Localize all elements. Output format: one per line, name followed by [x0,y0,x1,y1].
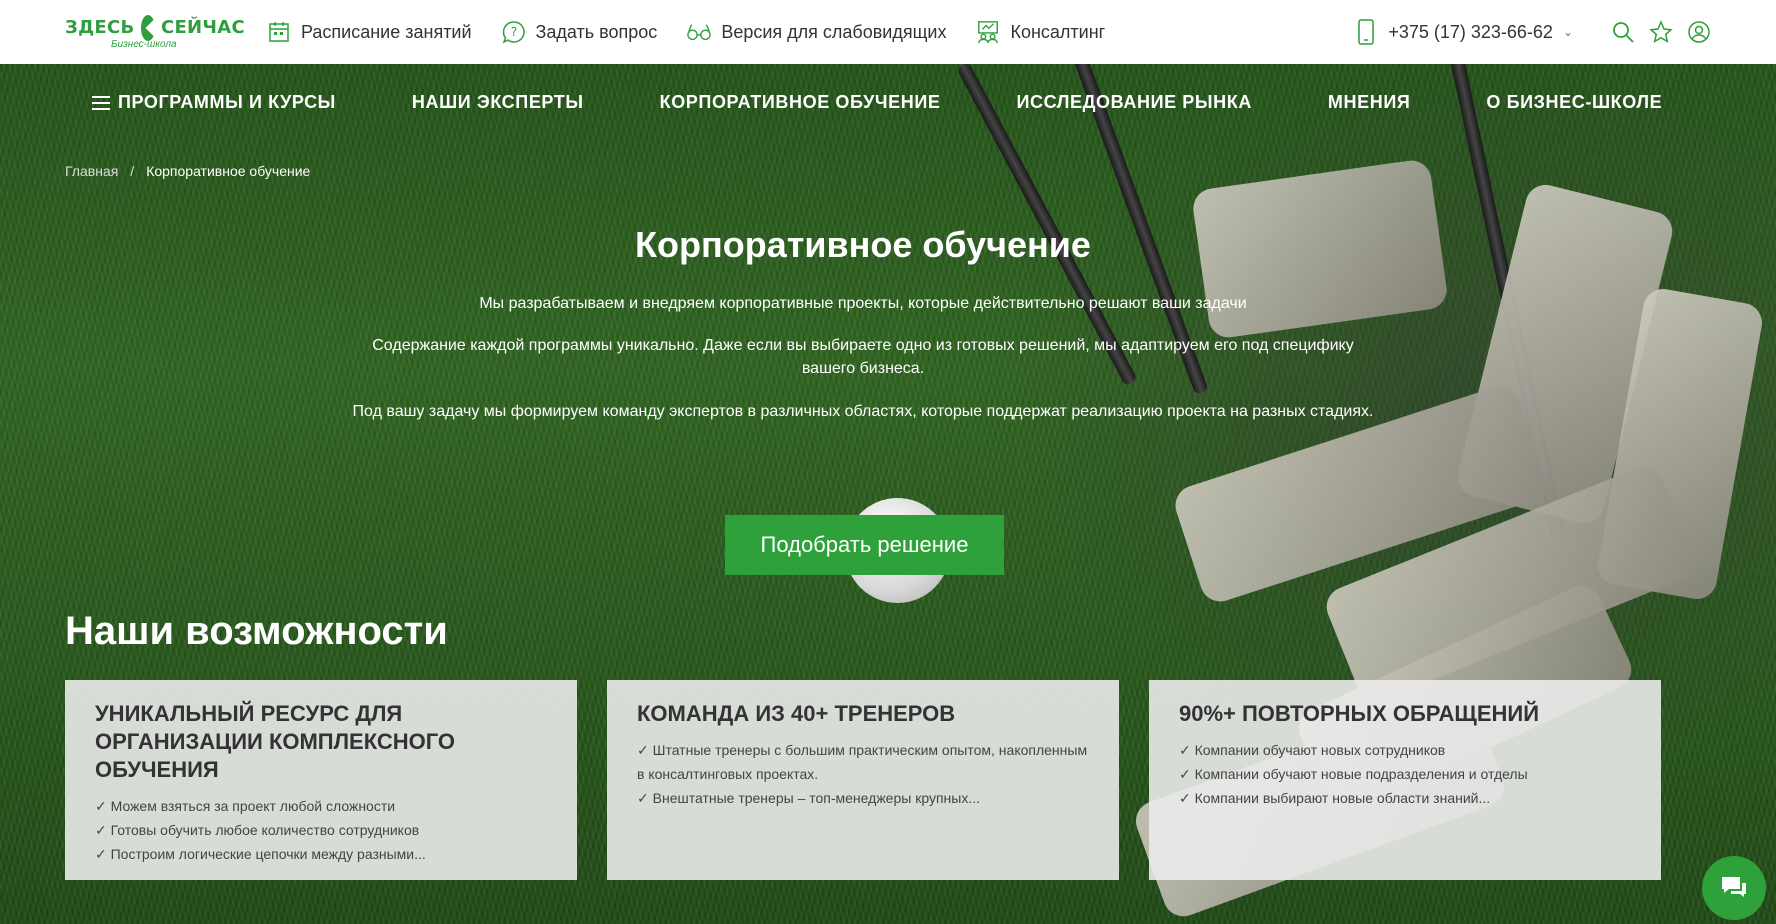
chat-icon [1722,877,1746,897]
nav-about[interactable]: О БИЗНЕС-ШКОЛЕ [1486,92,1662,113]
nav-programs-label: ПРОГРАММЫ И КУРСЫ [118,92,336,112]
card-list: ✓ Можем взяться за проект любой сложност… [95,794,547,866]
card-item: ✓ Компании обучают новых сотрудников [1179,742,1446,758]
nav-research[interactable]: ИССЛЕДОВАНИЕ РЫНКА [1017,92,1252,113]
card-item: ✓ Компании обучают новые подразделения и… [1179,766,1528,782]
chevron-down-icon: ⌄ [1562,25,1573,39]
nav-experts-label: НАШИ ЭКСПЕРТЫ [411,92,584,112]
card-item: ✓ Штатные тренеры с большим практическим… [637,742,1088,782]
breadcrumb-home-link[interactable]: Главная [65,163,118,179]
logo-mark-icon [140,14,155,41]
chat-widget-button[interactable] [1702,856,1766,920]
nav-research-label: ИССЛЕДОВАНИЕ РЫНКА [1016,92,1252,112]
schedule-link[interactable]: Расписание занятий [267,20,472,44]
logo-text-left: ЗДЕСЬ [65,17,135,38]
card-item: ✓ Построим логические цепочки между разн… [95,846,426,862]
menu-burger-icon [92,95,110,110]
top-header: ЗДЕСЬ СЕЙЧАС Бизнес-школа Расписание зан… [0,0,1776,64]
logo-subtitle: Бизнес-школа [111,38,177,50]
nav-opinions[interactable]: МНЕНИЯ [1328,92,1410,113]
svg-text:?: ? [510,25,516,39]
find-solution-button[interactable]: Подобрать решение [725,515,1004,575]
phone-dropdown[interactable]: +375 (17) 323-66-62 ⌄ [1354,19,1573,45]
phone-number: +375 (17) 323-66-62 [1388,21,1553,42]
card-item: ✓ Готовы обучить любое количество сотруд… [95,822,420,838]
hero-paragraph-2: Содержание каждой программы уникально. Д… [372,337,1354,377]
nav-opinions-label: МНЕНИЯ [1327,92,1411,112]
accessibility-label: Версия для слабовидящих [721,21,947,42]
nav-corporate-label: КОРПОРАТИВНОЕ ОБУЧЕНИЕ [659,92,941,112]
favorites-star-icon[interactable] [1649,20,1673,44]
hero-paragraph-3: Под вашу задачу мы формируем команду экс… [352,403,1374,420]
user-account-icon[interactable] [1687,20,1711,44]
card-list: ✓ Компании обучают новых сотрудников ✓ К… [1179,738,1631,810]
question-icon: ? [502,20,526,44]
top-links: Расписание занятий ? Задать вопрос Верси… [267,20,1105,44]
top-right-controls: +375 (17) 323-66-62 ⌄ [1354,19,1711,45]
phone-icon [1354,19,1378,45]
card-title: 90%+ ПОВТОРНЫХ ОБРАЩЕНИЙ [1179,701,1540,726]
breadcrumb-current: Корпоративное обучение [146,163,311,179]
ask-question-link[interactable]: ? Задать вопрос [502,20,658,44]
logo-text-right: СЕЙЧАС [160,17,245,38]
feature-card: 90%+ ПОВТОРНЫХ ОБРАЩЕНИЙ ✓ Компании обуч… [1149,680,1661,880]
breadcrumb-separator: / [130,163,135,179]
glasses-icon [687,20,712,44]
nav-corporate[interactable]: КОРПОРАТИВНОЕ ОБУЧЕНИЕ [660,92,941,113]
search-icon[interactable] [1611,20,1635,44]
card-title: УНИКАЛЬНЫЙ РЕСУРС ДЛЯ ОРГАНИЗАЦИИ КОМПЛЕ… [95,701,456,782]
card-title: КОМАНДА ИЗ 40+ ТРЕНЕРОВ [637,701,956,726]
accessibility-link[interactable]: Версия для слабовидящих [687,20,946,44]
schedule-label: Расписание занятий [301,21,472,42]
feature-cards: УНИКАЛЬНЫЙ РЕСУРС ДЛЯ ОРГАНИЗАЦИИ КОМПЛЕ… [65,680,1661,880]
card-list: ✓ Штатные тренеры с большим практическим… [637,738,1089,810]
main-nav: ПРОГРАММЫ И КУРСЫ НАШИ ЭКСПЕРТЫ КОРПОРАТ… [92,92,1662,113]
nav-programs[interactable]: ПРОГРАММЫ И КУРСЫ [92,92,336,113]
feature-card: УНИКАЛЬНЫЙ РЕСУРС ДЛЯ ОРГАНИЗАЦИИ КОМПЛЕ… [65,680,577,880]
hero-paragraph-1: Мы разрабатываем и внедряем корпоративны… [479,295,1247,312]
section-title: Наши возможности [65,609,448,653]
ask-question-label: Задать вопрос [535,21,658,42]
card-item: ✓ Компании выбирают новые области знаний… [1179,790,1491,806]
consulting-link[interactable]: Консалтинг [976,20,1105,44]
consulting-icon [976,20,1000,44]
consulting-label: Консалтинг [1010,21,1106,42]
card-item: ✓ Можем взяться за проект любой сложност… [95,798,396,814]
nav-about-label: О БИЗНЕС-ШКОЛЕ [1486,92,1663,112]
breadcrumb: Главная / Корпоративное обучение [65,163,310,179]
calendar-icon [267,20,291,44]
page-title: Корпоративное обучение [635,224,1091,265]
feature-card: КОМАНДА ИЗ 40+ ТРЕНЕРОВ ✓ Штатные тренер… [607,680,1119,880]
card-item: ✓ Внештатные тренеры – топ-менеджеры кру… [637,790,980,806]
logo[interactable]: ЗДЕСЬ СЕЙЧАС Бизнес-школа [65,14,245,50]
hero-section: ПРОГРАММЫ И КУРСЫ НАШИ ЭКСПЕРТЫ КОРПОРАТ… [0,64,1776,924]
nav-experts[interactable]: НАШИ ЭКСПЕРТЫ [412,92,584,113]
